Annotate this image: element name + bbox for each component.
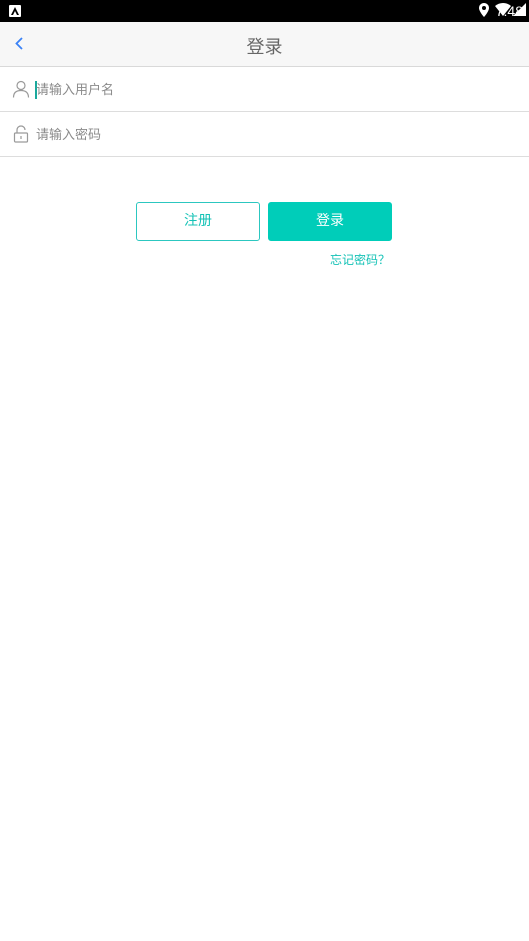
lock-icon [13,125,29,143]
forgot-password-link[interactable]: 忘记密码？ [330,251,390,268]
page-title: 登录 [246,37,283,58]
app-notification-icon [9,5,21,17]
login-button[interactable]: 登录 [268,202,392,241]
status-bar: 7:48 [0,0,529,22]
password-input[interactable] [36,124,506,146]
location-icon [479,3,489,17]
status-time: 7:48 [495,3,523,19]
username-input[interactable] [36,79,506,101]
app-bar: 登录 [0,22,529,67]
password-row [0,112,529,157]
username-row [0,67,529,112]
user-icon [12,80,30,98]
register-button[interactable]: 注册 [136,202,260,241]
